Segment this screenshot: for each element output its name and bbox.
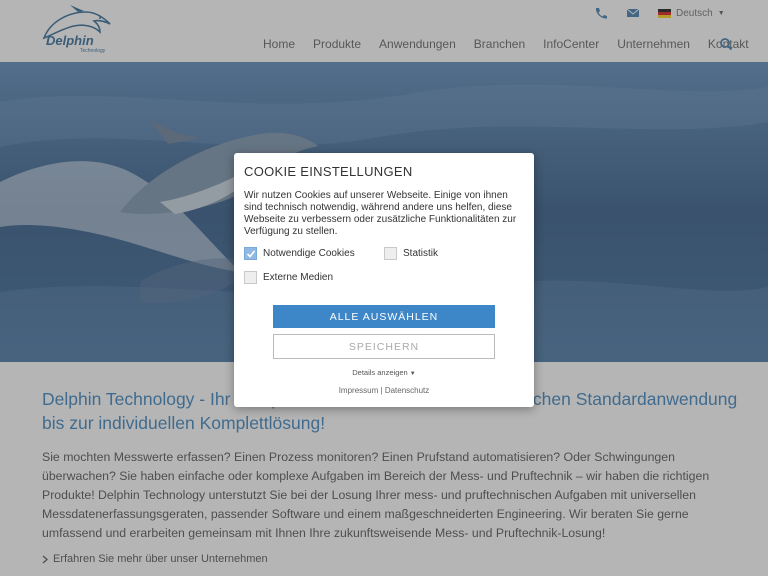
necessary-cookies-checkbox[interactable] [244,247,257,260]
external-media-option[interactable]: Externe Medien [244,271,333,284]
external-media-checkbox[interactable] [244,271,257,284]
external-media-label: Externe Medien [263,272,334,283]
privacy-link[interactable]: Datenschutz [385,386,429,395]
link-separator: | [380,386,383,395]
save-button[interactable]: SPEICHERN [273,334,495,359]
show-details-label: Details anzeigen [352,368,408,377]
cookie-settings-dialog: COOKIE EINSTELLUNGEN Wir nutzen Cookies … [234,153,534,407]
checkmark-icon [246,249,255,258]
statistics-option[interactable]: Statistik [384,247,438,260]
imprint-link[interactable]: Impressum [339,386,379,395]
cookie-dialog-title: COOKIE EINSTELLUNGEN [244,164,413,179]
legal-links: Impressum | Datenschutz [234,386,534,395]
select-all-button[interactable]: ALLE AUSWÄHLEN [273,305,495,328]
statistics-checkbox[interactable] [384,247,397,260]
statistics-label: Statistik [403,248,439,259]
necessary-cookies-label: Notwendige Cookies [263,248,355,259]
show-details-toggle[interactable]: Details anzeigen ▼ [234,368,534,377]
necessary-cookies-option[interactable]: Notwendige Cookies [244,247,355,260]
cookie-dialog-description: Wir nutzen Cookies auf unserer Webseite.… [244,190,517,237]
chevron-down-icon: ▼ [409,371,416,377]
